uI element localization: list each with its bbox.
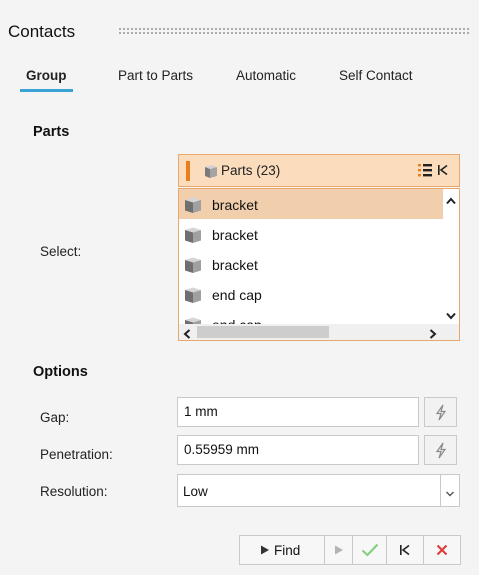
resolution-label: Resolution:	[40, 484, 108, 499]
penetration-input[interactable]: 0.55959 mm	[177, 435, 419, 465]
scrollbar-corner	[443, 324, 459, 340]
penetration-label: Penetration:	[40, 447, 113, 462]
play-icon	[261, 545, 269, 555]
tab-automatic[interactable]: Automatic	[236, 66, 296, 92]
resolution-value: Low	[183, 484, 208, 499]
list-item[interactable]: bracket	[179, 189, 443, 219]
parts-section-heading: Parts	[33, 124, 70, 140]
options-section-heading: Options	[33, 364, 88, 380]
tab-part-to-parts[interactable]: Part to Parts	[118, 66, 193, 92]
reset-first-icon[interactable]	[437, 164, 449, 179]
list-view-icon[interactable]	[417, 162, 433, 181]
gap-label: Gap:	[40, 410, 70, 425]
action-toolbar: Find	[239, 535, 461, 565]
parts-selector-header[interactable]: Parts (23)	[178, 154, 460, 187]
scroll-right-icon[interactable]	[429, 327, 437, 340]
horizontal-scrollbar[interactable]	[179, 324, 443, 340]
parts-count-label: Parts (23)	[221, 163, 281, 178]
play-icon	[335, 545, 343, 555]
panel-title: Contacts	[8, 22, 76, 41]
next-button[interactable]	[325, 536, 352, 564]
close-icon	[436, 544, 448, 556]
lightning-icon	[435, 404, 447, 421]
part-cube-icon	[183, 226, 203, 247]
reset-first-icon	[400, 544, 410, 556]
resolution-select[interactable]: Low	[177, 474, 460, 507]
find-button[interactable]: Find	[240, 536, 324, 564]
list-item[interactable]: bracket	[179, 249, 443, 279]
part-cube-icon	[183, 286, 203, 307]
reset-button[interactable]	[387, 536, 423, 564]
scroll-down-icon[interactable]	[446, 308, 456, 323]
gap-auto-button[interactable]	[424, 397, 457, 427]
list-item-label: bracket	[212, 197, 258, 213]
active-selection-indicator	[186, 161, 190, 181]
parts-list[interactable]: bracket bracket bracket end cap	[178, 188, 460, 341]
scroll-left-icon[interactable]	[183, 327, 191, 340]
contacts-panel: Contacts Group Part to Parts Automatic S…	[0, 0, 479, 575]
list-item-label: end cap	[212, 287, 262, 303]
horizontal-scroll-thumb[interactable]	[197, 326, 329, 338]
part-cube-icon	[183, 256, 203, 277]
list-item[interactable]: end cap	[179, 279, 443, 309]
drag-grip[interactable]	[118, 27, 470, 36]
list-item-label: bracket	[212, 227, 258, 243]
select-divider	[440, 475, 441, 506]
lightning-icon	[435, 442, 447, 459]
select-label: Select:	[40, 244, 82, 259]
vertical-scrollbar[interactable]	[443, 189, 459, 324]
checkmark-icon	[361, 543, 379, 557]
apply-button[interactable]	[353, 536, 386, 564]
list-item[interactable]: bracket	[179, 219, 443, 249]
title-bar: Contacts	[0, 0, 479, 44]
chevron-down-icon[interactable]	[445, 486, 455, 501]
penetration-auto-button[interactable]	[424, 435, 457, 465]
tab-self-contact[interactable]: Self Contact	[339, 66, 413, 92]
scroll-up-icon[interactable]	[446, 193, 456, 208]
tab-group[interactable]: Group	[20, 66, 72, 92]
close-button[interactable]	[424, 536, 460, 564]
find-button-label: Find	[274, 543, 301, 558]
gap-input[interactable]: 1 mm	[177, 397, 419, 427]
part-cube-icon	[183, 196, 203, 217]
list-item-label: bracket	[212, 257, 258, 273]
part-cube-icon	[203, 163, 219, 182]
